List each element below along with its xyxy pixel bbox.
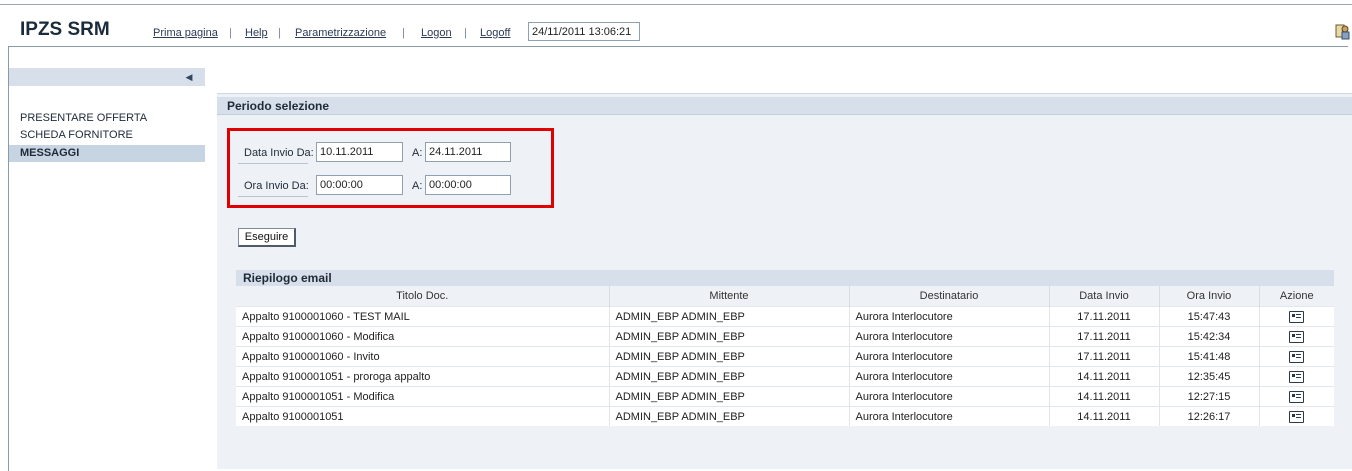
cell-time: 15:41:48: [1158, 346, 1259, 367]
app-title: IPZS SRM: [20, 19, 110, 40]
cell-title: Appalto 9100001060 - Invito: [236, 346, 609, 367]
cell-action: [1258, 406, 1334, 426]
cell-sender: ADMIN_EBP ADMIN_EBP: [608, 346, 849, 367]
nav-logon[interactable]: Logon: [421, 27, 452, 39]
mail-icon[interactable]: [1289, 410, 1305, 423]
cell-action: [1258, 326, 1334, 347]
datetime-display: 24/11/2011 13:06:21: [528, 22, 640, 41]
nav-logoff[interactable]: Logoff: [480, 27, 510, 39]
cell-action: [1258, 346, 1334, 367]
highlight-box: [227, 128, 554, 208]
cell-action: [1258, 366, 1334, 387]
nav-separator: |: [402, 27, 405, 39]
selection-section-title: Periodo selezione: [217, 97, 1352, 115]
column-header[interactable]: Ora Invio: [1158, 286, 1259, 307]
table-row[interactable]: Appalto 9100001051 - proroga appalto ADM…: [236, 366, 1334, 387]
column-header[interactable]: Destinatario: [848, 286, 1049, 307]
cell-sender: ADMIN_EBP ADMIN_EBP: [608, 406, 849, 426]
cell-sender: ADMIN_EBP ADMIN_EBP: [608, 386, 849, 407]
cell-time: 12:26:17: [1158, 406, 1259, 426]
cell-date: 17.11.2011: [1048, 346, 1159, 367]
column-header[interactable]: Mittente: [608, 286, 849, 307]
cell-action: [1258, 306, 1334, 327]
cell-time: 12:27:15: [1158, 386, 1259, 407]
cell-title: Appalto 9100001060 - TEST MAIL: [236, 306, 609, 327]
nav-separator: |: [229, 27, 232, 39]
mail-icon[interactable]: [1289, 310, 1305, 323]
cell-date: 17.11.2011: [1048, 326, 1159, 347]
cell-title: Appalto 9100001051 - Modifica: [236, 386, 609, 407]
cell-time: 15:42:34: [1158, 326, 1259, 347]
sidebar-item-presentare-offerta[interactable]: PRESENTARE OFFERTA: [9, 110, 205, 127]
cell-title: Appalto 9100001051: [236, 406, 609, 426]
top-border: [0, 0, 1352, 5]
cell-date: 14.11.2011: [1048, 406, 1159, 426]
nav-prima-pagina[interactable]: Prima pagina: [153, 27, 218, 39]
cell-recipient: Aurora Interlocutore: [848, 366, 1049, 387]
table-row[interactable]: Appalto 9100001060 - Modifica ADMIN_EBP …: [236, 326, 1334, 347]
cell-date: 14.11.2011: [1048, 366, 1159, 387]
table-row[interactable]: Appalto 9100001060 - Invito ADMIN_EBP AD…: [236, 346, 1334, 367]
mail-icon[interactable]: [1289, 330, 1305, 343]
sidebar-item-messaggi[interactable]: MESSAGGI: [9, 145, 205, 162]
email-summary-title: Riepilogo email: [236, 270, 1334, 286]
cell-recipient: Aurora Interlocutore: [848, 406, 1049, 426]
cell-title: Appalto 9100001060 - Modifica: [236, 326, 609, 347]
table-row[interactable]: Appalto 9100001051 - Modifica ADMIN_EBP …: [236, 386, 1334, 407]
sidebar-item-scheda-fornitore[interactable]: SCHEDA FORNITORE: [9, 127, 205, 144]
nav-help[interactable]: Help: [245, 27, 268, 39]
nav-parametrizzazione[interactable]: Parametrizzazione: [295, 27, 386, 39]
cell-recipient: Aurora Interlocutore: [848, 346, 1049, 367]
cell-date: 14.11.2011: [1048, 386, 1159, 407]
cell-recipient: Aurora Interlocutore: [848, 306, 1049, 327]
execute-button[interactable]: Eseguire: [238, 228, 296, 247]
cell-action: [1258, 386, 1334, 407]
cell-date: 17.11.2011: [1048, 306, 1159, 327]
cell-recipient: Aurora Interlocutore: [848, 326, 1049, 347]
mail-icon[interactable]: [1289, 370, 1305, 383]
nav-separator: |: [278, 27, 281, 39]
cell-time: 12:35:45: [1158, 366, 1259, 387]
cell-sender: ADMIN_EBP ADMIN_EBP: [608, 366, 849, 387]
cell-time: 15:47:43: [1158, 306, 1259, 327]
column-header[interactable]: Azione: [1258, 286, 1334, 307]
triangle-left-icon[interactable]: ◀: [180, 68, 198, 86]
cell-sender: ADMIN_EBP ADMIN_EBP: [608, 306, 849, 327]
column-header[interactable]: Titolo Doc.: [236, 286, 609, 307]
cell-recipient: Aurora Interlocutore: [848, 386, 1049, 407]
table-header-row: Titolo Doc. Mittente Destinatario Data I…: [236, 286, 1334, 307]
table-row[interactable]: Appalto 9100001060 - TEST MAIL ADMIN_EBP…: [236, 306, 1334, 327]
cell-sender: ADMIN_EBP ADMIN_EBP: [608, 326, 849, 347]
table-row[interactable]: Appalto 9100001051 ADMIN_EBP ADMIN_EBP A…: [236, 406, 1334, 426]
user-icon[interactable]: [1334, 22, 1350, 40]
mail-icon[interactable]: [1289, 350, 1305, 363]
email-table: Titolo Doc. Mittente Destinatario Data I…: [236, 286, 1334, 426]
column-header[interactable]: Data Invio: [1048, 286, 1159, 307]
mail-icon[interactable]: [1289, 390, 1305, 403]
sidebar-collapse-bar: [9, 68, 205, 86]
cell-title: Appalto 9100001051 - proroga appalto: [236, 366, 609, 387]
nav-separator: |: [464, 27, 467, 39]
